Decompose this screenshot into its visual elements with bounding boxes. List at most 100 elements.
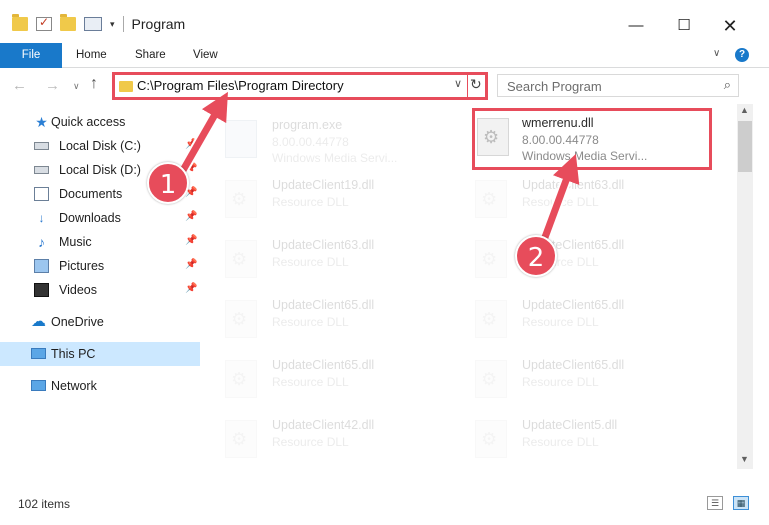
file-version: Resource DLL — [272, 255, 349, 269]
sidebar-item-network[interactable]: Network — [0, 374, 200, 398]
help-icon[interactable]: ? — [735, 48, 749, 62]
sidebar-item-pictures[interactable]: Pictures 📌 — [0, 254, 200, 278]
tab-share[interactable]: Share — [135, 43, 166, 68]
file-item[interactable]: ⚙ UpdateClient63.dll Resource DLL — [201, 228, 439, 286]
file-name: UpdateClient65.dll — [522, 358, 625, 372]
vertical-scrollbar[interactable]: ▲ ▼ — [737, 104, 753, 469]
file-item[interactable]: ⚙ UpdateClient5.dll Resource DLL — [451, 408, 689, 466]
scroll-up-icon[interactable]: ▲ — [740, 105, 749, 115]
file-item[interactable]: ⚙ UpdateClient19.dll Resource DLL — [201, 168, 439, 226]
forward-button[interactable]: → — [45, 77, 60, 94]
minimize-button[interactable]: — — [613, 12, 659, 40]
sidebar-item-videos[interactable]: Videos 📌 — [0, 278, 200, 302]
sidebar-item-label: Network — [51, 379, 97, 393]
properties-icon[interactable] — [84, 17, 102, 31]
gear-icon: ⚙ — [231, 369, 248, 389]
downloads-icon: ↓ — [38, 211, 45, 225]
file-name: program.exe — [272, 118, 343, 132]
title-separator — [122, 16, 124, 32]
pin-icon[interactable]: 📌 — [185, 283, 197, 294]
scroll-thumb[interactable] — [738, 121, 752, 172]
file-item[interactable]: ⚙ UpdateClient65.dll Resource DLL — [201, 348, 439, 406]
dll-file-icon: ⚙ — [475, 180, 507, 218]
pin-icon[interactable]: 📌 — [185, 139, 197, 150]
details-view-icon[interactable]: ☰ — [707, 496, 723, 510]
file-version: Resource DLL — [522, 435, 599, 449]
dll-file-icon: ⚙ — [225, 360, 257, 398]
dll-file-icon: ⚙ — [475, 300, 507, 338]
sidebar-item-label: Videos — [59, 283, 97, 297]
tab-view[interactable]: View — [193, 43, 218, 68]
dll-file-icon: ⚙ — [225, 300, 257, 338]
sidebar-item-label: OneDrive — [51, 315, 104, 329]
expand-ribbon-icon[interactable]: ∨ — [713, 48, 720, 59]
back-button[interactable]: ← — [12, 77, 27, 94]
gear-icon: ⚙ — [481, 249, 498, 269]
sidebar-item-quick-access[interactable]: ★ Quick access — [0, 110, 200, 134]
new-folder-icon[interactable] — [60, 14, 76, 31]
sidebar-item-onedrive[interactable]: ☁ OneDrive — [0, 310, 200, 334]
file-version: Resource DLL — [272, 375, 349, 389]
search-box[interactable]: Search Program ⌕ — [497, 74, 739, 97]
title-bar: ▾ Program — ☐ ✕ — [0, 0, 769, 43]
tab-file[interactable]: File — [0, 43, 62, 68]
file-item[interactable]: ⚙ UpdateClient65.dll Resource DLL — [201, 288, 439, 346]
address-folder-icon — [119, 81, 133, 92]
qat-dropdown-icon[interactable]: ▾ — [110, 19, 115, 30]
refresh-icon[interactable]: ↻ — [470, 76, 482, 93]
sidebar-item-label: Local Disk (C:) — [59, 139, 141, 153]
pin-icon[interactable]: 📌 — [185, 235, 197, 246]
this-pc-icon — [31, 348, 46, 359]
maximize-button[interactable]: ☐ — [661, 12, 707, 40]
scroll-down-icon[interactable]: ▼ — [740, 454, 749, 464]
gear-icon: ⚙ — [481, 189, 498, 209]
up-button[interactable]: ↑ — [90, 75, 98, 93]
address-dropdown-icon[interactable]: ∨ — [454, 77, 462, 90]
exe-file-icon — [225, 120, 257, 158]
music-icon: ♪ — [38, 234, 45, 250]
file-name: UpdateClient5.dll — [522, 418, 618, 432]
search-input[interactable]: Search Program — [507, 79, 602, 94]
pin-icon[interactable]: 📌 — [185, 211, 197, 222]
file-name: UpdateClient65.dll — [522, 298, 625, 312]
close-button[interactable]: ✕ — [707, 12, 753, 40]
file-item[interactable]: ⚙ UpdateClient65.dll Resource DLL — [451, 228, 689, 286]
file-item-highlighted[interactable]: ⚙ wmerrenu.dll 8.00.00.44778 Windows Med… — [472, 108, 712, 170]
file-item[interactable]: ⚙ UpdateClient63.dll Resource DLL — [451, 168, 689, 226]
sidebar-item-label: This PC — [51, 347, 96, 361]
file-version: 8.00.00.44778 — [272, 135, 349, 149]
file-name: UpdateClient65.dll — [272, 298, 375, 312]
file-item[interactable]: program.exe 8.00.00.44778 Windows Media … — [201, 108, 439, 166]
step-badge-2: 2 — [515, 235, 557, 277]
sidebar-item-label: Quick access — [51, 115, 126, 129]
tab-home[interactable]: Home — [76, 43, 107, 68]
folder-icon[interactable] — [12, 14, 28, 31]
tiles-view-icon[interactable]: ▦ — [733, 496, 749, 510]
search-icon[interactable]: ⌕ — [724, 77, 731, 93]
file-item[interactable]: ⚙ UpdateClient65.dll Resource DLL — [451, 288, 689, 346]
sidebar-item-music[interactable]: ♪ Music 📌 — [0, 230, 200, 254]
properties-check-icon[interactable] — [36, 15, 52, 31]
pin-icon[interactable]: 📌 — [185, 259, 197, 270]
dll-file-icon: ⚙ — [475, 240, 507, 278]
address-separator — [467, 75, 468, 97]
gear-icon: ⚙ — [483, 127, 500, 147]
address-path[interactable]: C:\Program Files\Program Directory — [137, 78, 344, 94]
file-version: 8.00.00.44778 — [522, 133, 599, 147]
file-item[interactable]: ⚙ UpdateClient65.dll Resource DLL — [451, 348, 689, 406]
documents-icon — [34, 187, 49, 201]
address-bar[interactable]: C:\Program Files\Program Directory ∨ ↻ — [112, 72, 488, 100]
file-description: Windows Media Servi... — [272, 151, 398, 165]
file-version: Resource DLL — [522, 315, 599, 329]
recent-locations-chevron-icon[interactable]: ∨ — [73, 81, 80, 92]
file-item[interactable]: ⚙ UpdateClient42.dll Resource DLL — [201, 408, 439, 466]
videos-icon — [34, 283, 49, 297]
sidebar-item-downloads[interactable]: ↓ Downloads 📌 — [0, 206, 200, 230]
sidebar-item-this-pc[interactable]: This PC — [0, 342, 200, 366]
file-name: wmerrenu.dll — [522, 116, 594, 130]
gear-icon: ⚙ — [481, 369, 498, 389]
sidebar-item-local-disk-c[interactable]: Local Disk (C:) 📌 — [0, 134, 200, 158]
navigation-bar: ← → ∨ ↑ C:\Program Files\Program Directo… — [0, 68, 769, 104]
gear-icon: ⚙ — [231, 429, 248, 449]
pin-icon[interactable]: 📌 — [185, 163, 197, 174]
